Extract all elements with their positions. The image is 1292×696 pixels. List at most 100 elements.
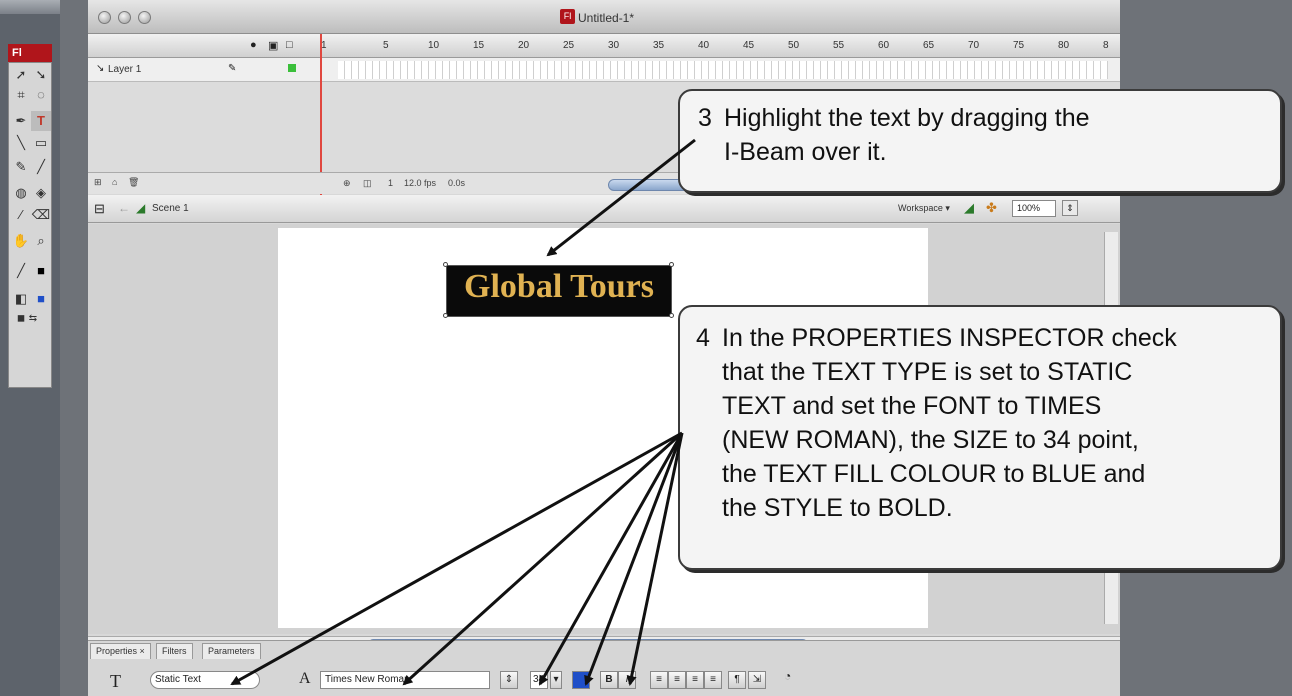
zoom-field[interactable]: 100%	[1012, 200, 1056, 217]
font-menu-button[interactable]: ⇕	[500, 671, 518, 689]
text-direction-button[interactable]: ⇲	[748, 671, 766, 689]
eyedropper-icon[interactable]: ⁄	[11, 205, 31, 225]
back-arrow-icon[interactable]: ←	[118, 201, 130, 215]
flash-document-icon: Fl	[560, 9, 575, 24]
tools-grid: ➚ ➘ ⌗ ◌ ✒ T ╲ ▭ ✎ ╱ ◍ ◈ ⁄ ⌫ ✋ ⌕ ╱ ■ ◧ ■ …	[8, 62, 52, 388]
pencil-tool-icon[interactable]: ✎	[11, 157, 31, 177]
help-icon[interactable]: ◔	[784, 669, 791, 683]
swap-colors-icon[interactable]: ⇆	[23, 309, 43, 329]
subselection-tool-icon[interactable]: ➘	[31, 65, 51, 85]
frame-number: 35	[653, 40, 665, 51]
frames-strip[interactable]	[338, 61, 1108, 79]
workspace-menu[interactable]: Workspace ▾	[898, 203, 950, 214]
add-folder-icon[interactable]: ⌂	[112, 177, 117, 187]
text-handle-bottom-left[interactable]	[443, 313, 448, 318]
italic-button[interactable]: I	[618, 671, 636, 689]
step4-line4: (NEW ROMAN), the SIZE to 34 point,	[722, 426, 1139, 454]
step4-callout: 4 In the PROPERTIES INSPECTOR check that …	[678, 305, 1282, 570]
eye-icon[interactable]: ●	[250, 39, 257, 51]
lock-icon[interactable]: ▣	[268, 39, 278, 52]
text-fill-color-swatch[interactable]	[572, 671, 590, 689]
hand-tool-icon[interactable]: ✋	[11, 231, 31, 251]
text-handle-top-left[interactable]	[443, 262, 448, 267]
current-frame: 1	[388, 178, 394, 188]
paragraph-button[interactable]: ¶	[728, 671, 746, 689]
frame-number: 70	[968, 40, 980, 51]
delete-layer-icon[interactable]: 🗑	[128, 177, 139, 188]
tools-panel-header	[0, 0, 60, 14]
timeline-header: ● ▣ □ 1 5 10 15 20 25 30 35 40 45 50 55 60 65 70 75 80 8	[88, 34, 1120, 58]
outline-icon[interactable]: □	[286, 39, 293, 51]
edit-symbol-icon[interactable]: ✤	[986, 200, 997, 216]
align-center-button[interactable]: ≡	[668, 671, 686, 689]
font-size-field[interactable]: 34	[530, 671, 548, 689]
elapsed-time: 0.0s	[448, 178, 466, 188]
center-frame-icon[interactable]: ⊕	[343, 178, 351, 189]
fill-swatch[interactable]: ■	[31, 289, 51, 309]
tab-filters[interactable]: Filters	[156, 643, 193, 659]
fill-color-icon[interactable]: ◧	[11, 289, 31, 309]
scene-name[interactable]: Scene 1	[152, 203, 189, 214]
frame-number: 75	[1013, 40, 1025, 51]
frame-number: 8	[1103, 40, 1109, 51]
frame-number: 5	[383, 40, 389, 51]
step4-line1: In the PROPERTIES INSPECTOR check	[722, 324, 1177, 352]
minimize-window-button[interactable]	[118, 11, 131, 24]
add-layer-icon[interactable]: ⊞	[94, 177, 102, 188]
tab-parameters[interactable]: Parameters	[202, 643, 261, 659]
align-right-button[interactable]: ≡	[686, 671, 704, 689]
text-tool-icon[interactable]: T	[31, 111, 51, 131]
close-window-button[interactable]	[98, 11, 111, 24]
zoom-window-button[interactable]	[138, 11, 151, 24]
zoom-dropdown-icon[interactable]: ⇕	[1062, 200, 1078, 216]
stroke-swatch[interactable]: ■	[31, 261, 51, 281]
step3-number: 3	[698, 104, 712, 132]
frame-number: 55	[833, 40, 845, 51]
text-tool-icon-large: T	[110, 671, 121, 691]
text-type-select[interactable]: Static Text	[150, 671, 260, 689]
frame-number: 65	[923, 40, 935, 51]
text-handle-top-right[interactable]	[669, 262, 674, 267]
timeline-toggle-icon[interactable]: ⊟	[94, 201, 105, 217]
layer-row[interactable]: ↘ Layer 1 ✎	[88, 58, 1120, 82]
font-icon: A	[299, 670, 311, 687]
step3-line1: Highlight the text by dragging the	[724, 104, 1090, 132]
align-left-button[interactable]: ≡	[650, 671, 668, 689]
frame-number: 80	[1058, 40, 1070, 51]
text-handle-bottom-right[interactable]	[669, 313, 674, 318]
stroke-color-icon[interactable]: ╱	[11, 261, 31, 281]
justify-button[interactable]: ≡	[704, 671, 722, 689]
frame-number: 25	[563, 40, 575, 51]
paint-bucket-icon[interactable]: ◈	[31, 183, 51, 203]
frame-number: 10	[428, 40, 440, 51]
tab-properties[interactable]: Properties ×	[90, 643, 151, 659]
pen-tool-icon[interactable]: ✒	[11, 111, 31, 131]
font-field[interactable]: Times New Roman	[320, 671, 490, 689]
scene-icon: ◢	[136, 201, 146, 215]
stage-text-field[interactable]: Global Tours	[446, 265, 672, 317]
tools-panel: Fl ➚ ➘ ⌗ ◌ ✒ T ╲ ▭ ✎ ╱ ◍ ◈ ⁄ ⌫ ✋ ⌕ ╱ ■ ◧…	[0, 0, 60, 696]
ink-bottle-icon[interactable]: ◍	[11, 183, 31, 203]
layer-outline-color[interactable]	[288, 64, 296, 72]
pencil-edit-icon: ✎	[228, 63, 237, 74]
frame-rate: 12.0 fps	[404, 178, 437, 188]
edit-scene-icon[interactable]: ◢	[964, 200, 974, 216]
font-size-stepper[interactable]: ▾	[550, 671, 562, 689]
brush-tool-icon[interactable]: ╱	[31, 157, 51, 177]
step4-line5: the TEXT FILL COLOUR to BLUE and	[722, 460, 1146, 488]
lasso-icon[interactable]: ◌	[31, 85, 51, 105]
selection-tool-icon[interactable]: ➚	[11, 65, 31, 85]
step3-callout: 3 Highlight the text by dragging the I-Be…	[678, 89, 1282, 193]
eraser-icon[interactable]: ⌫	[31, 205, 51, 225]
bold-button[interactable]: B	[600, 671, 618, 689]
zoom-tool-icon[interactable]: ⌕	[31, 231, 51, 251]
step3-line2: I-Beam over it.	[724, 138, 887, 166]
frame-number: 15	[473, 40, 485, 51]
line-tool-icon[interactable]: ╲	[11, 133, 31, 153]
layer-icon: ↘	[96, 63, 105, 74]
onion-skin-icon[interactable]: ◫	[363, 178, 372, 189]
step4-number: 4	[696, 324, 710, 352]
frame-number: 45	[743, 40, 755, 51]
rectangle-tool-icon[interactable]: ▭	[31, 133, 51, 153]
free-transform-icon[interactable]: ⌗	[11, 85, 31, 105]
